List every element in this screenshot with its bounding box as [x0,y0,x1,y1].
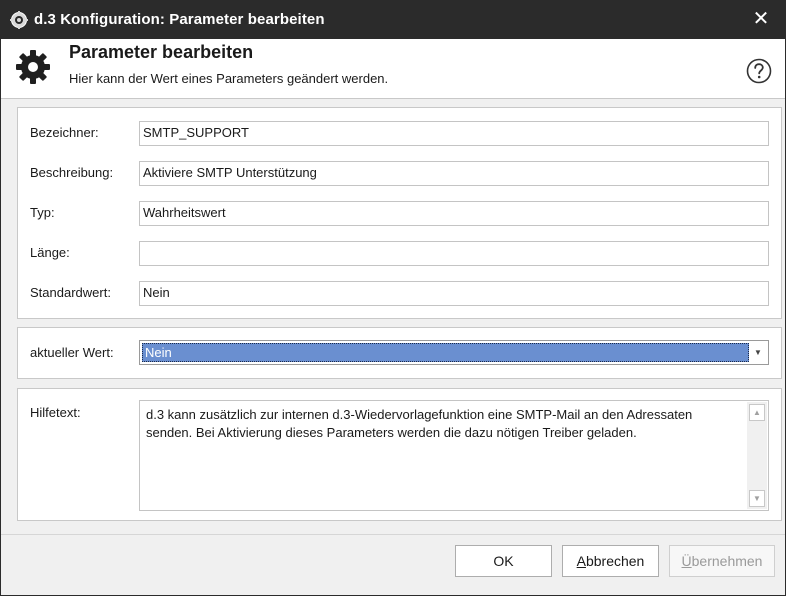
scroll-up-icon[interactable]: ▲ [749,404,765,421]
helptext-scrollbar[interactable]: ▲ ▼ [747,402,767,509]
help-circle-icon[interactable] [746,58,772,84]
standardwert-field[interactable]: Nein [139,281,769,306]
cancel-label-rest: bbrechen [585,553,645,569]
scroll-down-icon[interactable]: ▼ [749,490,765,507]
helptext-label: Hilfetext: [30,405,81,420]
title-bar[interactable]: d.3 Konfiguration: Parameter bearbeiten … [1,1,785,39]
laenge-label: Länge: [30,245,70,260]
dialog-header: Parameter bearbeiten Hier kann der Wert … [1,39,785,99]
helptext-panel: Hilfetext: d.3 kann zusätzlich zur inter… [17,388,782,521]
current-value-selected[interactable]: Nein [142,343,749,362]
bezeichner-label: Bezeichner: [30,125,99,140]
cancel-mnemonic: A [576,553,586,569]
typ-label: Typ: [30,205,55,220]
helptext-content: d.3 kann zusätzlich zur internen d.3-Wie… [146,407,693,440]
typ-field[interactable]: Wahrheitswert [139,201,769,226]
ok-button[interactable]: OK [455,545,552,577]
dialog-window: d.3 Konfiguration: Parameter bearbeiten … [0,0,786,596]
bezeichner-field[interactable]: SMTP_SUPPORT [139,121,769,146]
apply-button[interactable]: Übernehmen [669,545,775,577]
page-subtitle: Hier kann der Wert eines Parameters geän… [69,71,389,86]
page-title: Parameter bearbeiten [69,42,254,62]
cancel-button[interactable]: Abbrechen [562,545,659,577]
window-title: d.3 Konfiguration: Parameter bearbeiten [34,11,325,28]
current-value-select[interactable]: Nein ▼ [139,340,769,365]
app-icon [10,11,28,29]
standardwert-label: Standardwert: [30,285,111,300]
apply-mnemonic: Ü [681,553,692,569]
close-icon[interactable]: ✕ [749,7,773,31]
beschreibung-field[interactable]: Aktiviere SMTP Unterstützung [139,161,769,186]
chevron-down-icon[interactable]: ▼ [750,343,766,362]
current-value-label: aktueller Wert: [30,345,114,360]
beschreibung-label: Beschreibung: [30,165,114,180]
current-value-panel: aktueller Wert: Nein ▼ [17,327,782,379]
laenge-field[interactable] [139,241,769,266]
gear-icon [16,50,50,84]
apply-label-rest: bernehmen [691,553,763,569]
footer-divider [1,534,785,535]
parameter-fields-panel: Bezeichner: SMTP_SUPPORT Beschreibung: A… [17,107,782,319]
helptext-area[interactable]: d.3 kann zusätzlich zur internen d.3-Wie… [139,400,769,511]
